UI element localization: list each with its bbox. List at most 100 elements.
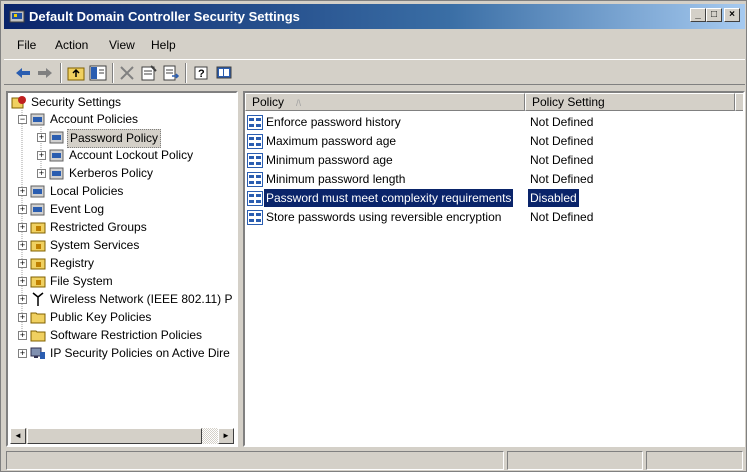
menu-action[interactable]: Action — [55, 38, 88, 52]
tree-item-label: Kerberos Policy — [69, 166, 154, 180]
tree-pane: Security Settings − Account Policies + P… — [6, 91, 238, 447]
policy-setting: Not Defined — [530, 172, 594, 186]
scroll-right-button[interactable]: ► — [218, 428, 234, 444]
status-panel-secondary — [507, 451, 643, 470]
policy-folder-icon — [49, 131, 64, 144]
column-header-policy[interactable]: Policy /\ — [245, 93, 525, 111]
folder-icon — [30, 330, 46, 342]
expand-toggle[interactable]: + — [37, 133, 46, 142]
tree-item-label: File System — [50, 274, 113, 288]
locked-folder-icon — [30, 240, 46, 252]
maximize-button[interactable]: □ — [706, 8, 722, 22]
toolbar-separator — [60, 63, 62, 83]
expand-toggle[interactable]: + — [18, 223, 27, 232]
tree-item-label: Local Policies — [50, 184, 124, 198]
status-bar — [4, 451, 745, 471]
policy-setting-icon — [247, 153, 263, 168]
column-header-filler — [735, 93, 743, 111]
back-arrow-icon[interactable] — [14, 64, 32, 82]
policy-setting-icon — [247, 172, 263, 187]
tree-item-label: IP Security Policies on Active Dire — [50, 346, 230, 360]
tree-horizontal-scrollbar[interactable]: ◄ ► — [10, 428, 234, 444]
policy-row[interactable]: Maximum password age Not Defined — [247, 132, 741, 151]
policy-folder-icon — [30, 203, 45, 216]
policy-name: Password must meet complexity requiremen… — [264, 189, 514, 207]
policy-name: Store passwords using reversible encrypt… — [266, 210, 502, 224]
status-panel-tertiary — [646, 451, 743, 470]
toolbar-separator — [185, 63, 187, 83]
scroll-track[interactable] — [202, 428, 218, 444]
tree-item-label: Account Policies — [50, 112, 139, 126]
delete-icon[interactable] — [118, 64, 136, 82]
scroll-thumb[interactable] — [27, 428, 202, 444]
policy-setting: Not Defined — [530, 210, 594, 224]
policy-setting: Not Defined — [530, 115, 594, 129]
menu-bar: File Action View Help — [4, 35, 745, 55]
policy-setting: Not Defined — [530, 134, 594, 148]
policy-row[interactable]: Minimum password age Not Defined — [247, 151, 741, 170]
expand-toggle[interactable]: + — [18, 241, 27, 250]
locked-folder-icon — [30, 258, 46, 270]
minimize-button[interactable]: _ — [690, 8, 706, 22]
locked-folder-icon — [30, 276, 46, 288]
policy-folder-icon — [30, 185, 45, 198]
expand-toggle[interactable]: + — [18, 259, 27, 268]
policy-folder-icon — [49, 149, 64, 162]
policy-folder-icon — [49, 167, 64, 180]
menu-file[interactable]: File — [17, 38, 36, 52]
status-panel-main — [6, 451, 504, 470]
tree-item-label: Public Key Policies — [50, 310, 152, 324]
close-button[interactable]: × — [724, 8, 740, 22]
policy-row-selected[interactable]: Password must meet complexity requiremen… — [247, 189, 741, 208]
policy-setting: Disabled — [528, 189, 579, 207]
tree-item-label: Password Policy — [67, 129, 162, 148]
title-bar[interactable]: Default Domain Controller Security Setti… — [4, 4, 745, 29]
sort-ascending-icon: /\ — [296, 98, 302, 108]
export-list-icon[interactable] — [162, 64, 180, 82]
column-header-policy-setting[interactable]: Policy Setting — [525, 93, 735, 111]
column-header-label: Policy — [252, 95, 285, 109]
locked-folder-icon — [30, 222, 46, 234]
expand-toggle[interactable]: + — [18, 187, 27, 196]
tree-item-label: Event Log — [50, 202, 105, 216]
policy-name: Minimum password length — [266, 172, 406, 186]
app-window: Default Domain Controller Security Setti… — [0, 0, 747, 472]
policy-setting-icon — [247, 210, 263, 225]
policy-setting-icon — [247, 115, 263, 130]
policy-setting-icon — [247, 191, 263, 206]
expand-toggle[interactable]: + — [18, 331, 27, 340]
forward-arrow-icon[interactable] — [36, 64, 54, 82]
help-icon[interactable]: ? — [193, 64, 211, 82]
toolbar-separator — [112, 63, 114, 83]
policy-row[interactable]: Minimum password length Not Defined — [247, 170, 741, 189]
tree-item-label: Wireless Network (IEEE 802.11) P — [50, 292, 233, 306]
collapse-toggle[interactable]: − — [18, 115, 27, 124]
console-icon[interactable] — [215, 64, 233, 82]
menu-view[interactable]: View — [109, 38, 135, 52]
policy-folder-icon — [30, 113, 45, 126]
policy-row[interactable]: Enforce password history Not Defined — [247, 113, 741, 132]
show-hide-tree-icon[interactable] — [89, 64, 107, 82]
menu-help[interactable]: Help — [151, 38, 176, 52]
tree-item-label: Software Restriction Policies — [50, 328, 203, 342]
expand-toggle[interactable]: + — [37, 169, 46, 178]
up-folder-icon[interactable] — [67, 64, 85, 82]
svg-text:?: ? — [198, 68, 205, 80]
mmc-app-icon — [9, 10, 25, 23]
ip-security-icon — [30, 347, 45, 359]
expand-toggle[interactable]: + — [18, 295, 27, 304]
expand-toggle[interactable]: + — [18, 313, 27, 322]
folder-icon — [30, 312, 46, 324]
expand-toggle[interactable]: + — [37, 151, 46, 160]
tree-item-label: Security Settings — [31, 95, 122, 109]
expand-toggle[interactable]: + — [18, 349, 27, 358]
policy-row[interactable]: Store passwords using reversible encrypt… — [247, 208, 741, 227]
expand-toggle[interactable]: + — [18, 277, 27, 286]
expand-toggle[interactable]: + — [18, 205, 27, 214]
scroll-left-button[interactable]: ◄ — [10, 428, 26, 444]
policy-setting: Not Defined — [530, 153, 594, 167]
tree-item-label: Restricted Groups — [50, 220, 147, 234]
properties-icon[interactable] — [140, 64, 158, 82]
policy-name: Maximum password age — [266, 134, 397, 148]
window-title: Default Domain Controller Security Setti… — [29, 9, 300, 24]
